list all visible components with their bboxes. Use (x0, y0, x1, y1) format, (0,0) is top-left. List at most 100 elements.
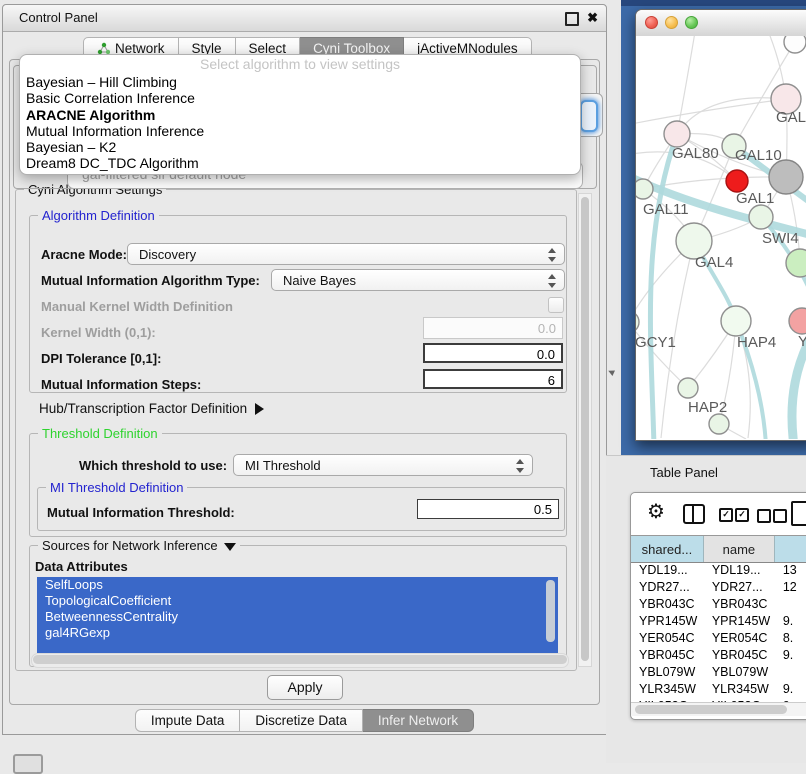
table-row[interactable]: YDL19...YDL19...13 (631, 562, 806, 579)
table-cell: YDR27... (631, 579, 704, 596)
settings-scrollbar-thumb[interactable] (581, 197, 589, 661)
select-all-checkbox-icon[interactable]: ✓ (719, 508, 733, 522)
table-row[interactable]: YER054CYER054C8. (631, 630, 806, 647)
network-node-gal1[interactable] (749, 205, 773, 229)
network-node-hap2[interactable] (678, 378, 698, 398)
network-node-hap4[interactable] (721, 306, 751, 336)
table-cell: 13 (775, 562, 806, 579)
attribute-list-scrollbar-thumb[interactable] (546, 580, 555, 642)
combo-arrows-icon (547, 247, 556, 263)
table-cell: YDR27... (704, 579, 775, 596)
document-icon[interactable] (791, 501, 806, 526)
table-hscrollbar-thumb[interactable] (635, 705, 787, 714)
network-node[interactable] (726, 170, 748, 192)
algorithm-option[interactable]: Dream8 DC_TDC Algorithm (20, 155, 580, 171)
sources-title-label: Sources for Network Inference (42, 538, 218, 553)
deselect-all-checkbox-icon[interactable] (757, 509, 771, 523)
network-graph: GALGAL80GAL10GAL1GAL11GAL4GCY1HAP4YHAP2S… (636, 36, 806, 439)
attribute-item[interactable]: SelfLoops (37, 577, 558, 593)
table-toolbar: ⚙ ✓ ✓ (631, 493, 806, 535)
mi-type-value: Naive Bayes (283, 273, 356, 288)
attribute-list-hscrollbar-thumb[interactable] (33, 655, 567, 664)
network-node-gcy1[interactable] (636, 311, 639, 333)
attribute-item[interactable]: gal4RGexp (37, 625, 558, 641)
attribute-item[interactable]: BetweennessCentrality (37, 609, 558, 625)
threshold-definition-title: Threshold Definition (38, 426, 162, 441)
network-node-gal11[interactable] (636, 179, 653, 199)
table-row[interactable]: YDR27...YDR27...12 (631, 579, 806, 596)
tab-infer-network[interactable]: Infer Network (363, 709, 474, 732)
network-desktop-top-strip (621, 0, 806, 6)
close-window-icon[interactable]: ✖ (587, 10, 598, 25)
float-window-icon[interactable] (565, 12, 579, 26)
table-row[interactable]: YBL079WYBL079W (631, 664, 806, 681)
column-header[interactable] (775, 536, 806, 562)
node-label: Y (798, 333, 806, 350)
collapse-down-icon (224, 543, 236, 551)
network-node[interactable] (709, 414, 729, 434)
algorithm-option[interactable]: Bayesian – Hill Climbing (20, 74, 580, 90)
tab-discretize-data[interactable]: Discretize Data (240, 709, 363, 732)
which-threshold-combo[interactable]: MI Threshold (233, 454, 533, 476)
tab-impute-data[interactable]: Impute Data (135, 709, 241, 732)
table-panel-window: ⚙ ✓ ✓ shared...name YDL19...YDL19...13YD… (630, 492, 806, 720)
algorithm-definition-title: Algorithm Definition (38, 208, 159, 223)
sources-title[interactable]: Sources for Network Inference (38, 538, 240, 553)
mi-steps-field[interactable]: 6 (423, 369, 563, 389)
settings-scrollbar[interactable] (578, 193, 592, 667)
node-label: SWI4 (762, 230, 799, 247)
table-cell: YLR345W (631, 681, 704, 698)
column-header[interactable]: shared... (631, 536, 704, 562)
apply-button[interactable]: Apply (267, 675, 343, 700)
attribute-item[interactable]: TopologicalCoefficient (37, 593, 558, 609)
control-panel-window: Control Panel ✖ NetworkStyleSelectCyni T… (2, 4, 607, 735)
column-header[interactable]: name (704, 536, 775, 562)
table-header-row: shared...name (631, 535, 806, 563)
network-edge-highlighted (650, 134, 677, 439)
network-edge (677, 98, 786, 134)
mi-type-combo[interactable]: Naive Bayes (271, 269, 565, 291)
network-canvas[interactable]: GALGAL80GAL10GAL1GAL11GAL4GCY1HAP4YHAP2S… (636, 36, 806, 439)
kernel-width-field[interactable]: 0.0 (423, 317, 563, 339)
zoom-traffic-light-icon[interactable] (685, 16, 698, 29)
combo-arrows-icon (547, 273, 556, 289)
minimize-traffic-light-icon[interactable] (665, 16, 678, 29)
network-node[interactable] (784, 36, 806, 53)
columns-icon[interactable] (683, 504, 705, 524)
node-label: GAL11 (643, 201, 689, 218)
attribute-list-hscrollbar[interactable] (31, 653, 569, 668)
dpi-tolerance-label: DPI Tolerance [0,1]: (41, 351, 161, 366)
select-all-checkbox-icon[interactable]: ✓ (735, 508, 749, 522)
panel-float-icon[interactable] (13, 754, 43, 774)
manual-kernel-checkbox[interactable] (548, 297, 564, 313)
algorithm-option[interactable]: Bayesian – K2 (20, 139, 580, 155)
algorithm-option[interactable]: Basic Correlation Inference (20, 90, 580, 106)
aracne-mode-combo[interactable]: Discovery (127, 243, 565, 265)
table-row[interactable]: YBR043CYBR043C (631, 596, 806, 613)
table-row[interactable]: YBR045CYBR045C9. (631, 647, 806, 664)
control-panel-titlebar: Control Panel ✖ (3, 5, 606, 32)
table-row[interactable]: YPR145WYPR145W9. (631, 613, 806, 630)
network-node[interactable] (769, 160, 803, 194)
hub-definition-expander[interactable]: Hub/Transcription Factor Definition (39, 401, 264, 416)
node-label: GAL10 (735, 147, 782, 164)
table-hscrollbar[interactable] (631, 702, 806, 716)
network-window-titlebar[interactable] (636, 10, 806, 37)
deselect-all-checkbox-icon[interactable] (773, 509, 787, 523)
mi-threshold-label: Mutual Information Threshold: (47, 505, 235, 520)
close-traffic-light-icon[interactable] (645, 16, 658, 29)
dpi-tolerance-field[interactable]: 0.0 (423, 343, 563, 363)
network-edge (636, 99, 786, 126)
splitter-cursor-icon (607, 368, 615, 376)
algorithm-option[interactable]: ARACNE Algorithm (20, 107, 580, 123)
gear-icon[interactable]: ⚙ (647, 501, 665, 523)
network-node-gal80[interactable] (664, 121, 690, 147)
table-row[interactable]: YLR345WYLR345W9. (631, 681, 806, 698)
mi-threshold-field[interactable]: 0.5 (417, 499, 559, 519)
algorithm-option[interactable]: Mutual Information Inference (20, 123, 580, 139)
hub-definition-label: Hub/Transcription Factor Definition (39, 401, 247, 416)
network-node-y[interactable] (789, 308, 806, 334)
table-cell: YPR145W (631, 613, 704, 630)
kernel-width-label: Kernel Width (0,1): (41, 325, 156, 340)
aracne-mode-label: Aracne Mode: (41, 247, 127, 262)
